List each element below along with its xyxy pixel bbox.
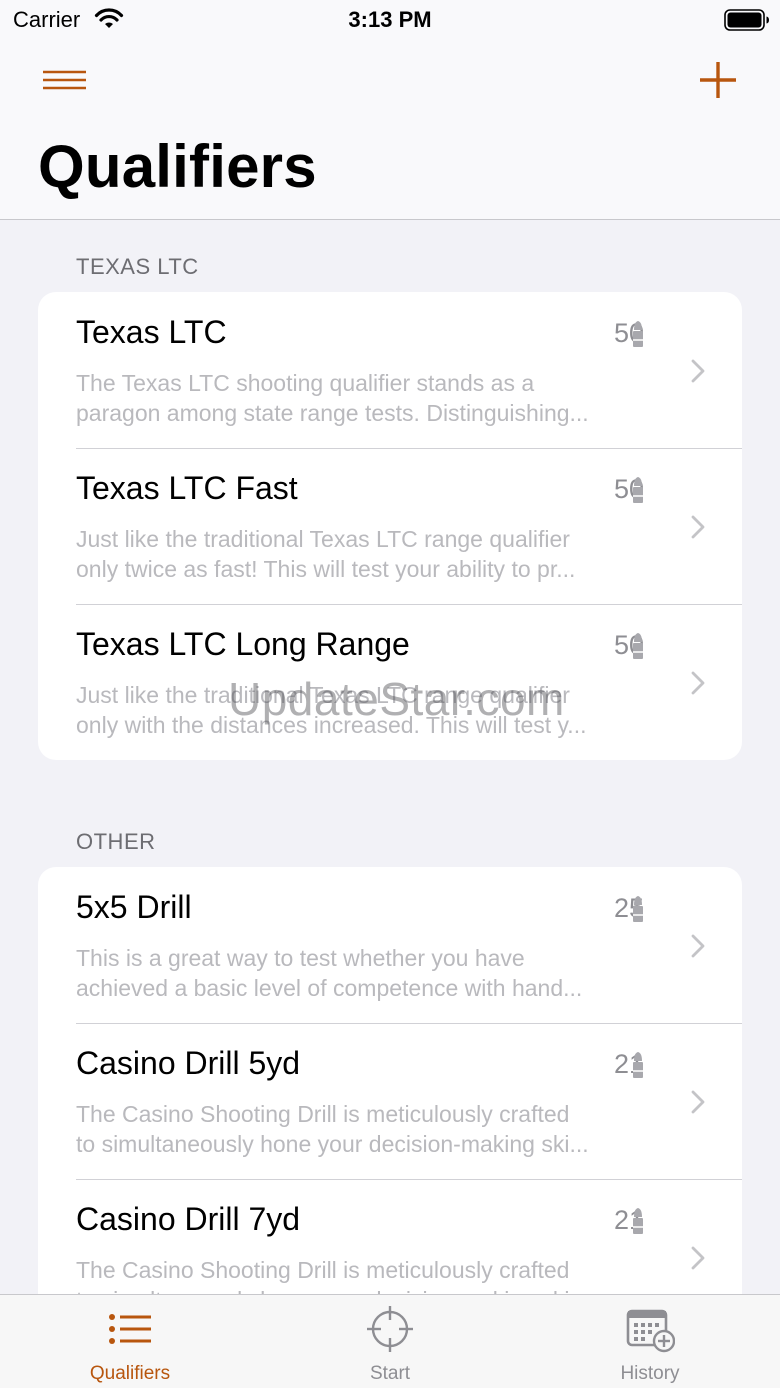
section-card-other: 5x5 Drill 25 This is a great way to test… [38,867,742,1294]
clock: 3:13 PM [348,7,432,32]
item-title: Texas LTC Fast [76,470,298,506]
item-description: Just like the traditional Texas LTC rang… [76,526,576,582]
plus-icon [700,62,736,98]
tab-label: Start [369,1363,411,1384]
bullet-icon [633,1052,643,1078]
battery-icon [724,9,769,31]
status-bar: Carrier 3:13 PM [0,0,780,40]
navigation-bar: Qualifiers [0,40,780,220]
list-item[interactable]: Texas LTC Long Range 50 Just like the tr… [38,604,742,760]
list-item[interactable]: Texas LTC Fast 50 Just like the traditio… [38,448,742,604]
bullet-icon [633,633,643,659]
item-title: 5x5 Drill [76,889,192,925]
item-description: This is a great way to test whether you … [76,945,583,1001]
tab-qualifiers[interactable]: Qualifiers [0,1295,260,1388]
item-description: Just like the traditional Texas LTC rang… [76,682,587,738]
tab-bar: Qualifiers Start History [0,1294,780,1388]
qualifier-list[interactable]: TEXAS LTC Texas LTC 50 The Texas LTC sho… [0,220,780,1294]
menu-button[interactable] [36,60,92,100]
section-header-other: OTHER [76,829,156,854]
chevron-right-icon [691,515,705,539]
item-description: The Casino Shooting Drill is meticulousl… [76,1101,589,1157]
calendar-add-icon [626,1309,675,1353]
list-item[interactable]: Casino Drill 7yd 21 The Casino Shooting … [38,1179,742,1294]
chevron-right-icon [691,934,705,958]
chevron-right-icon [691,671,705,695]
bullet-icon [633,321,643,347]
item-title: Casino Drill 7yd [76,1201,301,1237]
section-header-texas-ltc: TEXAS LTC [76,254,199,279]
list-item[interactable]: Texas LTC 50 The Texas LTC shooting qual… [38,292,742,448]
section-card-texas-ltc: Texas LTC 50 The Texas LTC shooting qual… [38,292,742,760]
bullet-icon [633,477,643,503]
chevron-right-icon [691,1090,705,1114]
bullet-icon [633,896,643,922]
item-description: The Casino Shooting Drill is meticulousl… [76,1257,589,1294]
chevron-right-icon [691,1246,705,1270]
list-icon [109,1314,151,1344]
chevron-right-icon [691,359,705,383]
add-qualifier-button[interactable] [692,54,744,106]
item-description: The Texas LTC shooting qualifier stands … [76,370,589,426]
item-title: Casino Drill 5yd [76,1045,301,1081]
tab-start[interactable]: Start [260,1295,520,1388]
item-title: Texas LTC Long Range [76,626,410,662]
tab-label: History [620,1363,680,1384]
list-item[interactable]: 5x5 Drill 25 This is a great way to test… [38,867,742,1023]
hamburger-menu-icon [43,70,86,90]
crosshair-icon [367,1306,413,1352]
tab-history[interactable]: History [520,1295,780,1388]
item-title: Texas LTC [76,314,227,350]
page-title: Qualifiers [38,133,317,200]
tab-label: Qualifiers [89,1363,171,1384]
bullet-icon [633,1208,643,1234]
list-item[interactable]: Casino Drill 5yd 21 The Casino Shooting … [38,1023,742,1179]
